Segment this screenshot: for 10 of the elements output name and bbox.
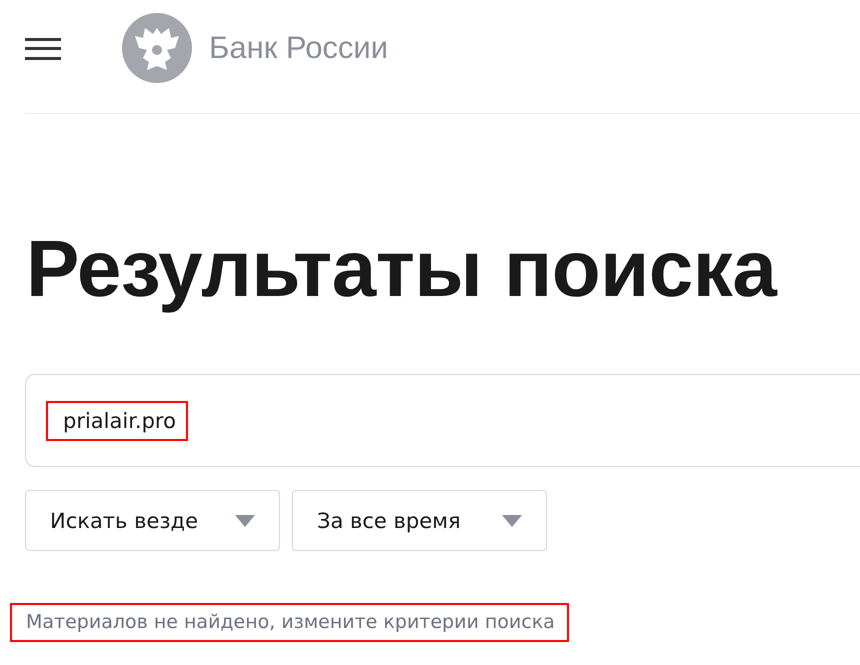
search-value: prialair.pro: [46, 400, 188, 440]
caret-icon: [235, 514, 255, 526]
caret-icon: [502, 514, 522, 526]
filter-dropdown[interactable]: Искать везде: [25, 490, 280, 551]
emblem-icon: [121, 12, 193, 84]
menu-icon[interactable]: [25, 38, 61, 60]
filter-dropdown[interactable]: За все время: [292, 490, 547, 551]
no-results-message: Материалов не найдено, измените критерии поиска: [10, 603, 569, 642]
search-field[interactable]: prialair.pro: [25, 374, 860, 467]
page-title: Результаты поиска: [26, 224, 778, 314]
